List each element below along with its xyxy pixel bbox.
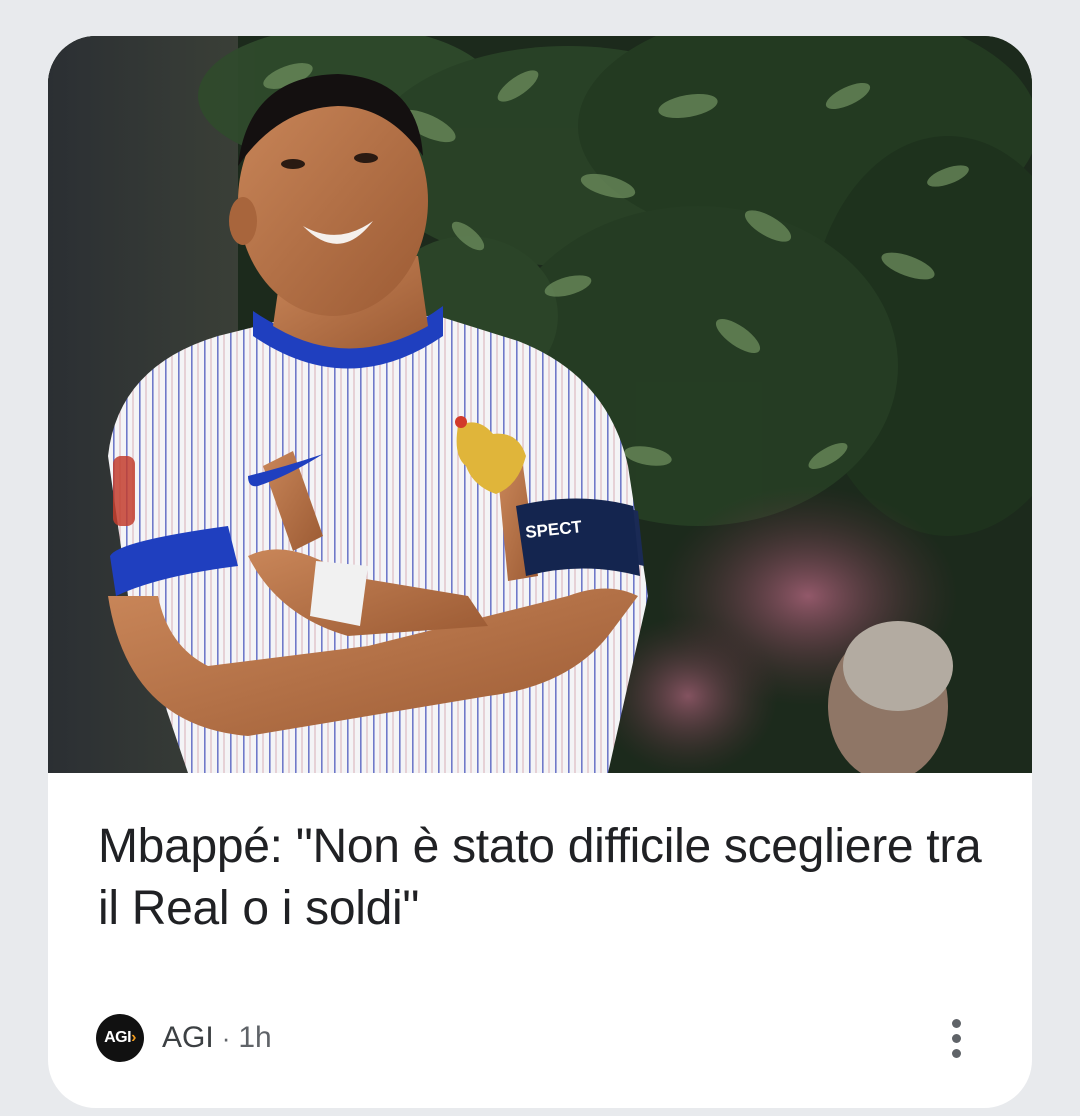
source-logo-text: AGI — [104, 1029, 132, 1046]
source-logo: AGI› — [96, 1014, 144, 1062]
article-image[interactable]: SPECT — [48, 36, 1032, 773]
published-time: 1h — [238, 1021, 272, 1054]
source-logo-arrow: › — [131, 1029, 136, 1046]
article-photo: SPECT — [48, 36, 1032, 773]
source-name[interactable]: AGI — [162, 1021, 214, 1055]
meta-separator: · — [221, 1022, 231, 1053]
article-headline[interactable]: Mbappé: "Non è stato difficile scegliere… — [98, 816, 988, 940]
more-vert-icon — [951, 1018, 961, 1028]
more-options-button[interactable] — [932, 1016, 980, 1060]
news-card[interactable]: SPECT Mbappé: "Non è stato difficile sce… — [48, 36, 1032, 1108]
article-meta: AGI› AGI · 1h — [96, 1014, 272, 1062]
